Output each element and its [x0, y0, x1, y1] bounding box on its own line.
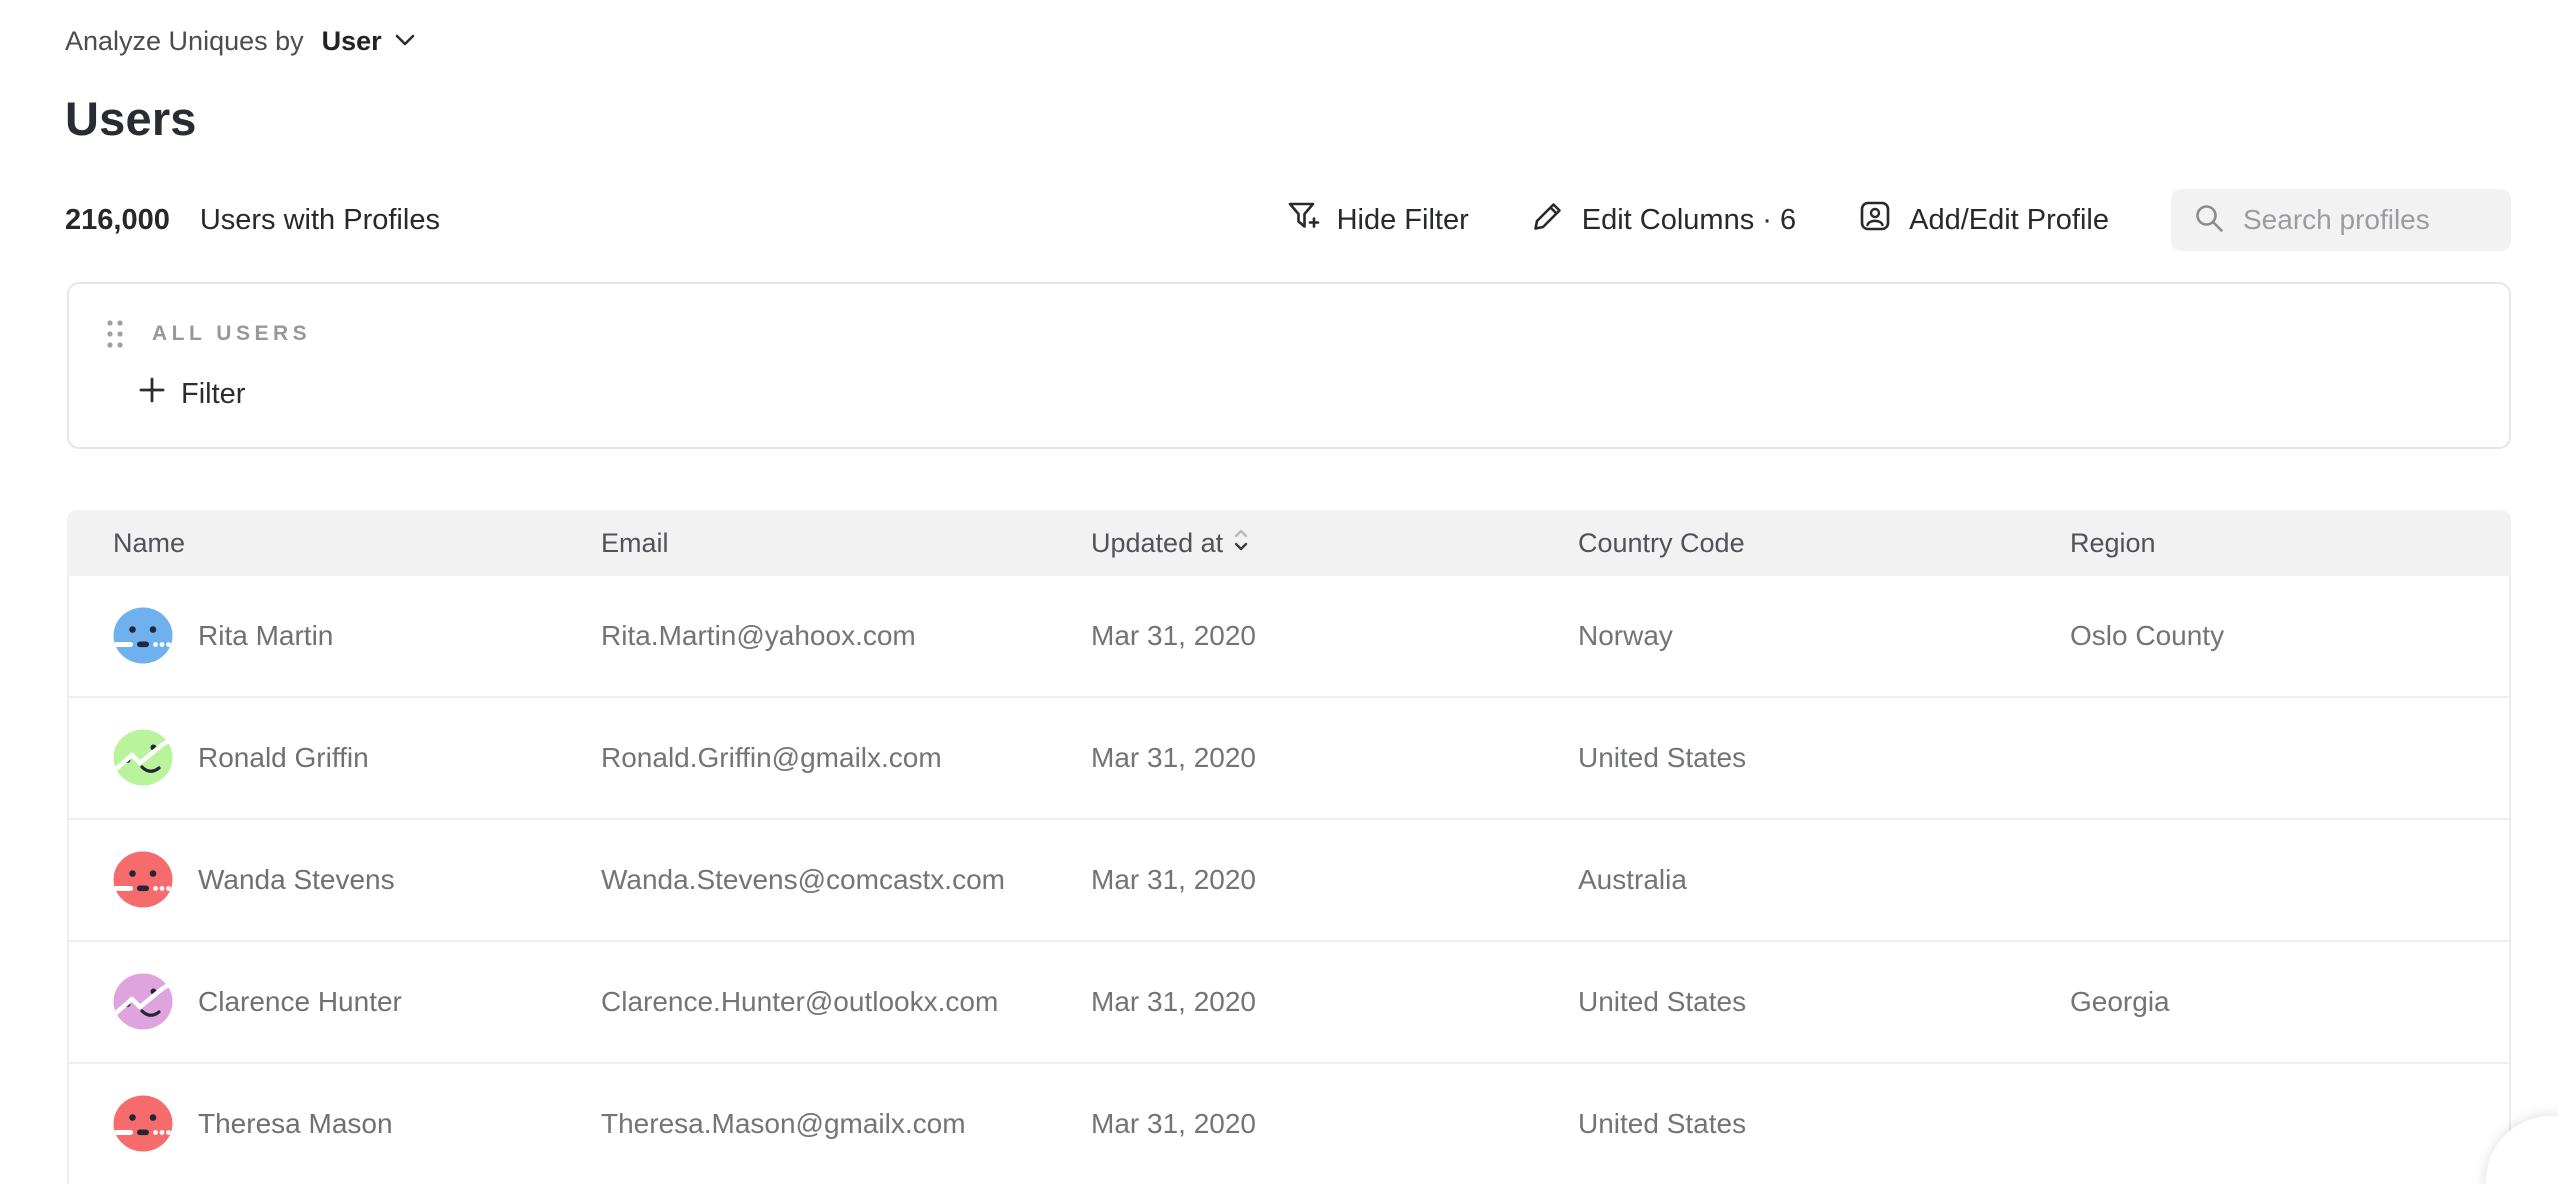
users-page: Analyze Uniques by User Users 216,000 Us… [0, 0, 2558, 1184]
avatar [113, 850, 173, 910]
filter-funnel-plus-icon [1286, 199, 1320, 241]
profile-card-icon [1858, 199, 1892, 241]
user-country: United States [1578, 1108, 2070, 1140]
profiles-count-label: Users with Profiles [200, 204, 440, 237]
table-row[interactable]: Ronald Griffin Ronald.Griffin@gmailx.com… [69, 698, 2509, 820]
avatar [113, 972, 173, 1032]
user-country: Norway [1578, 620, 2070, 652]
profiles-count-group: 216,000 Users with Profiles [65, 204, 440, 237]
analyze-uniques-bar: Analyze Uniques by User [65, 26, 2511, 57]
drag-handle-icon[interactable] [102, 314, 128, 354]
pencil-icon [1531, 199, 1565, 241]
search-profiles-input[interactable] [2243, 204, 2491, 236]
name-cell: Ronald Griffin [113, 728, 601, 788]
user-updated-at: Mar 31, 2020 [1091, 986, 1578, 1018]
search-profiles-box [2171, 189, 2511, 251]
avatar [113, 728, 173, 788]
table-body: Rita Martin Rita.Martin@yahoox.com Mar 3… [67, 576, 2511, 1184]
user-name: Rita Martin [198, 620, 333, 652]
add-edit-profile-label: Add/Edit Profile [1909, 204, 2109, 237]
add-filter-label: Filter [181, 378, 245, 411]
user-name: Ronald Griffin [198, 742, 369, 774]
user-country: United States [1578, 986, 2070, 1018]
user-updated-at: Mar 31, 2020 [1091, 620, 1578, 652]
column-header-email[interactable]: Email [601, 528, 1091, 559]
sort-icon [1233, 527, 1249, 560]
user-name: Theresa Mason [198, 1108, 393, 1140]
edit-columns-label: Edit Columns · 6 [1582, 204, 1796, 237]
filter-panel-header: ALL USERS [102, 314, 2509, 354]
user-updated-at: Mar 31, 2020 [1091, 742, 1578, 774]
add-edit-profile-button[interactable]: Add/Edit Profile [1858, 199, 2109, 241]
column-header-country-code[interactable]: Country Code [1578, 528, 2070, 559]
page-title: Users [65, 91, 2511, 147]
users-table: Name Email Updated at Country Code Regio… [67, 510, 2511, 1184]
user-region: Oslo County [2070, 620, 2509, 652]
user-email: Wanda.Stevens@comcastx.com [601, 864, 1091, 896]
user-region: Georgia [2070, 986, 2509, 1018]
user-updated-at: Mar 31, 2020 [1091, 1108, 1578, 1140]
name-cell: Wanda Stevens [113, 850, 601, 910]
user-country: United States [1578, 742, 2070, 774]
edit-columns-button[interactable]: Edit Columns · 6 [1531, 199, 1796, 241]
all-users-label: ALL USERS [152, 322, 311, 346]
user-email: Theresa.Mason@gmailx.com [601, 1108, 1091, 1140]
add-filter-button[interactable]: Filter [138, 376, 245, 412]
user-country: Australia [1578, 864, 2070, 896]
table-row[interactable]: Theresa Mason Theresa.Mason@gmailx.com M… [69, 1064, 2509, 1184]
user-updated-at: Mar 31, 2020 [1091, 864, 1578, 896]
name-cell: Rita Martin [113, 606, 601, 666]
chevron-down-icon [394, 33, 416, 50]
avatar [113, 606, 173, 666]
table-row[interactable]: Wanda Stevens Wanda.Stevens@comcastx.com… [69, 820, 2509, 942]
user-name: Clarence Hunter [198, 986, 402, 1018]
avatar [113, 1094, 173, 1154]
table-row[interactable]: Clarence Hunter Clarence.Hunter@outlookx… [69, 942, 2509, 1064]
column-header-region[interactable]: Region [2070, 528, 2511, 559]
uniques-by-dropdown[interactable]: User [322, 26, 416, 57]
name-cell: Theresa Mason [113, 1094, 601, 1154]
profiles-count: 216,000 [65, 204, 170, 237]
toolbar: 216,000 Users with Profiles Hide Filter … [65, 189, 2511, 251]
user-email: Clarence.Hunter@outlookx.com [601, 986, 1091, 1018]
hide-filter-button[interactable]: Hide Filter [1286, 199, 1469, 241]
user-email: Rita.Martin@yahoox.com [601, 620, 1091, 652]
toolbar-actions: Hide Filter Edit Columns · 6 Add/Edit Pr… [1286, 189, 2511, 251]
hide-filter-label: Hide Filter [1337, 204, 1469, 237]
column-header-name[interactable]: Name [113, 528, 601, 559]
table-header: Name Email Updated at Country Code Regio… [67, 510, 2511, 576]
search-icon [2193, 202, 2225, 239]
uniques-by-value: User [322, 26, 382, 57]
user-name: Wanda Stevens [198, 864, 395, 896]
user-email: Ronald.Griffin@gmailx.com [601, 742, 1091, 774]
column-header-updated-at[interactable]: Updated at [1091, 527, 1578, 560]
analyze-uniques-label: Analyze Uniques by [65, 26, 304, 57]
plus-icon [138, 376, 166, 412]
name-cell: Clarence Hunter [113, 972, 601, 1032]
filter-panel: ALL USERS Filter [67, 282, 2511, 449]
table-row[interactable]: Rita Martin Rita.Martin@yahoox.com Mar 3… [69, 576, 2509, 698]
